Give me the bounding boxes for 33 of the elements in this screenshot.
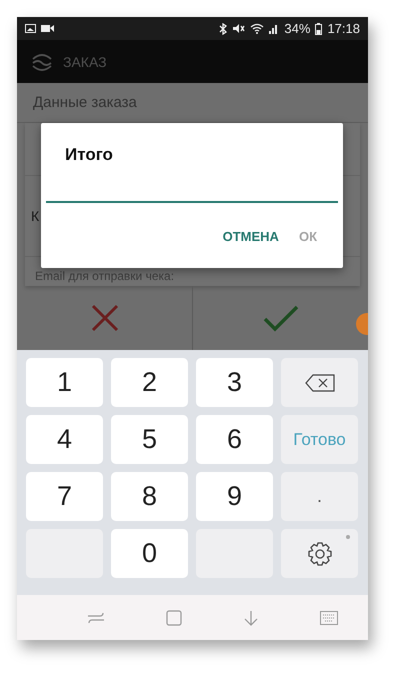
image-icon <box>25 24 36 33</box>
section-title: Данные заказа <box>33 94 137 111</box>
backspace-icon[interactable] <box>304 374 334 392</box>
battery-percent: 34% <box>284 21 310 36</box>
digit-key[interactable]: 4 <box>26 415 103 464</box>
digit-key[interactable]: 9 <box>196 472 273 521</box>
keyboard-icon[interactable] <box>320 610 338 624</box>
digit-key[interactable]: 6 <box>196 415 273 464</box>
battery-icon <box>315 22 322 34</box>
digit-key[interactable]: 8 <box>111 472 188 521</box>
signal-icon <box>269 23 280 34</box>
bluetooth-icon <box>219 22 228 34</box>
cross-icon[interactable] <box>90 303 120 333</box>
period-key[interactable]: . <box>281 472 358 521</box>
wifi-icon <box>250 23 264 34</box>
digit-key[interactable]: 3 <box>196 358 273 407</box>
home-icon[interactable] <box>166 610 182 626</box>
app-title: ЗАКАЗ <box>63 54 107 70</box>
digit-key[interactable]: 5 <box>111 415 188 464</box>
digit-key[interactable]: 0 <box>111 529 188 578</box>
digit-key[interactable]: 2 <box>111 358 188 407</box>
logo-icon <box>31 52 53 70</box>
digit-key[interactable]: 1 <box>26 358 103 407</box>
video-icon <box>41 24 54 33</box>
dialog-title: Итого <box>64 144 113 165</box>
checkmark-icon[interactable] <box>262 304 298 332</box>
down-arrow-icon[interactable] <box>242 610 259 626</box>
field-label: К <box>31 208 40 224</box>
settings-icon[interactable] <box>306 540 332 566</box>
mute-icon <box>232 23 246 34</box>
clock-time: 17:18 <box>327 21 360 36</box>
digit-key[interactable]: 7 <box>26 472 103 521</box>
cancel-button[interactable]: ОТМЕНА <box>216 225 285 248</box>
